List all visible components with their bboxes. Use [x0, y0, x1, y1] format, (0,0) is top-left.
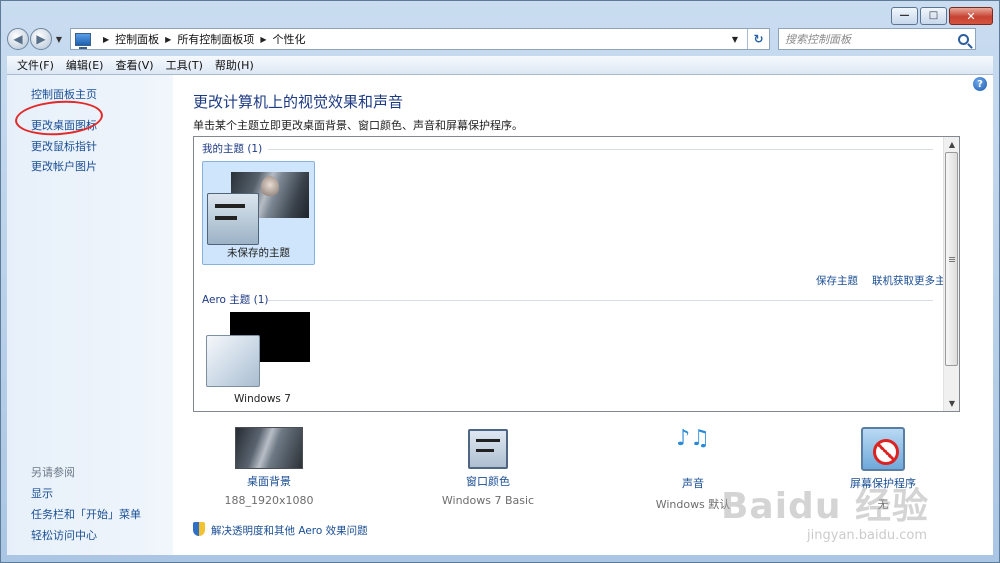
menu-tools[interactable]: 工具(T) — [160, 57, 209, 73]
see-also-heading: 另请参阅 — [31, 466, 75, 479]
back-arrow-icon: ◀ — [13, 32, 23, 46]
search-placeholder: 搜索控制面板 — [785, 33, 851, 46]
content-area: 控制面板主页 更改桌面图标 更改鼠标指针 更改帐户图片 另请参阅 显示 任务栏和… — [7, 75, 993, 555]
desktop-background-icon[interactable] — [235, 427, 303, 469]
option-desktop-background[interactable]: 桌面背景 188_1920x1080 — [194, 427, 344, 507]
sidebar-link-change-desktop-icons[interactable]: 更改桌面图标 — [31, 117, 97, 133]
breadcrumb-separator-icon[interactable]: ▶ — [103, 35, 109, 44]
see-also-link-display[interactable]: 显示 — [31, 485, 53, 501]
see-also-link-ease-of-access[interactable]: 轻松访问中心 — [31, 527, 97, 543]
address-bar[interactable]: ▶ 控制面板 ▶ 所有控制面板项 ▶ 个性化 ▼ ↻ — [70, 28, 770, 50]
refresh-icon[interactable]: ↻ — [747, 29, 769, 49]
shield-icon — [193, 522, 205, 536]
theme-list[interactable]: 我的主题 (1) 未保存的主题 保存主题 联机获取更多主题 Aero 主题 (1… — [193, 136, 960, 412]
page-title: 更改计算机上的视觉效果和声音 — [193, 93, 404, 111]
troubleshoot-aero-link[interactable]: 解决透明度和其他 Aero 效果问题 — [211, 523, 368, 538]
search-icon[interactable] — [958, 33, 969, 45]
menu-help[interactable]: 帮助(H) — [209, 57, 260, 73]
recent-pages-dropdown[interactable]: ▼ — [54, 35, 64, 44]
maximize-button[interactable]: □ — [920, 7, 947, 25]
breadcrumb-control-panel[interactable]: 控制面板 — [115, 31, 159, 47]
aero-theme-label[interactable]: Windows 7 — [234, 393, 291, 405]
window-color-icon[interactable] — [468, 429, 508, 469]
aero-window-preview-icon — [206, 335, 260, 387]
minimize-button[interactable]: — — [891, 7, 918, 25]
close-icon: ✕ — [966, 9, 976, 23]
watermark-url: jingyan.baidu.com — [807, 528, 927, 543]
help-icon[interactable]: ? — [973, 77, 987, 91]
page-description: 单击某个主题立即更改桌面背景、窗口颜色、声音和屏幕保护程序。 — [193, 119, 523, 132]
option-subtitle: Windows 7 Basic — [441, 494, 535, 507]
scroll-up-icon[interactable]: ▲ — [944, 137, 960, 152]
forward-arrow-icon: ▶ — [36, 32, 46, 46]
theme-tile-unsaved[interactable]: 未保存的主题 — [202, 161, 315, 265]
watermark-logo: Baidu 经验 — [720, 486, 929, 527]
screen-saver-icon[interactable] — [861, 427, 905, 471]
sidebar: 控制面板主页 更改桌面图标 更改鼠标指针 更改帐户图片 另请参阅 显示 任务栏和… — [7, 75, 173, 555]
forward-button[interactable]: ▶ — [30, 28, 52, 50]
option-window-color[interactable]: 窗口颜色 Windows 7 Basic — [413, 427, 563, 507]
sound-icon[interactable]: ♪♫ — [671, 427, 715, 471]
window-controls: — □ ✕ — [891, 7, 993, 25]
menu-bar: 文件(F) 编辑(E) 查看(V) 工具(T) 帮助(H) — [7, 56, 993, 75]
scrollbar-thumb[interactable] — [945, 152, 958, 366]
my-themes-heading[interactable]: 我的主题 (1) — [202, 141, 262, 156]
minimize-icon: — — [899, 10, 910, 21]
breadcrumb-separator-icon[interactable]: ▶ — [260, 35, 266, 44]
sidebar-link-change-account-picture[interactable]: 更改帐户图片 — [31, 158, 97, 174]
menu-edit[interactable]: 编辑(E) — [60, 57, 110, 73]
breadcrumb-all-items[interactable]: 所有控制面板项 — [177, 31, 254, 47]
breadcrumb-separator-icon[interactable]: ▶ — [165, 35, 171, 44]
maximize-icon: □ — [928, 10, 939, 21]
group-divider — [268, 300, 933, 301]
save-theme-link[interactable]: 保存主题 — [816, 273, 858, 288]
theme-list-scrollbar[interactable]: ▲ ▼ — [943, 137, 959, 411]
navigation-row: ◀ ▶ ▼ ▶ 控制面板 ▶ 所有控制面板项 ▶ 个性化 ▼ ↻ 搜索控制面板 — [7, 27, 993, 51]
sidebar-link-control-panel-home[interactable]: 控制面板主页 — [31, 86, 97, 102]
scroll-grip-icon — [949, 257, 955, 263]
theme-tile-label: 未保存的主题 — [227, 247, 290, 259]
see-also-link-taskbar-start-menu[interactable]: 任务栏和「开始」菜单 — [31, 506, 141, 522]
aero-themes-heading[interactable]: Aero 主题 (1) — [202, 292, 269, 307]
option-title[interactable]: 桌面背景 — [194, 473, 344, 489]
option-title[interactable]: 窗口颜色 — [413, 473, 563, 489]
option-subtitle: 188_1920x1080 — [224, 494, 314, 507]
group-divider — [268, 149, 933, 150]
control-panel-icon — [75, 32, 91, 49]
window-frame: — □ ✕ ◀ ▶ ▼ ▶ 控制面板 ▶ 所有控制面板项 ▶ 个性化 ▼ ↻ 搜… — [0, 0, 1000, 563]
breadcrumb-personalization[interactable]: 个性化 — [272, 31, 305, 47]
back-button[interactable]: ◀ — [7, 28, 29, 50]
menu-view[interactable]: 查看(V) — [109, 57, 159, 73]
theme-window-preview-icon — [207, 193, 259, 245]
close-button[interactable]: ✕ — [949, 7, 993, 25]
sidebar-link-change-mouse-pointers[interactable]: 更改鼠标指针 — [31, 138, 97, 154]
address-dropdown-icon[interactable]: ▼ — [727, 29, 743, 49]
menu-file[interactable]: 文件(F) — [11, 57, 60, 73]
scroll-down-icon[interactable]: ▼ — [944, 396, 960, 411]
search-input[interactable]: 搜索控制面板 — [778, 28, 976, 50]
